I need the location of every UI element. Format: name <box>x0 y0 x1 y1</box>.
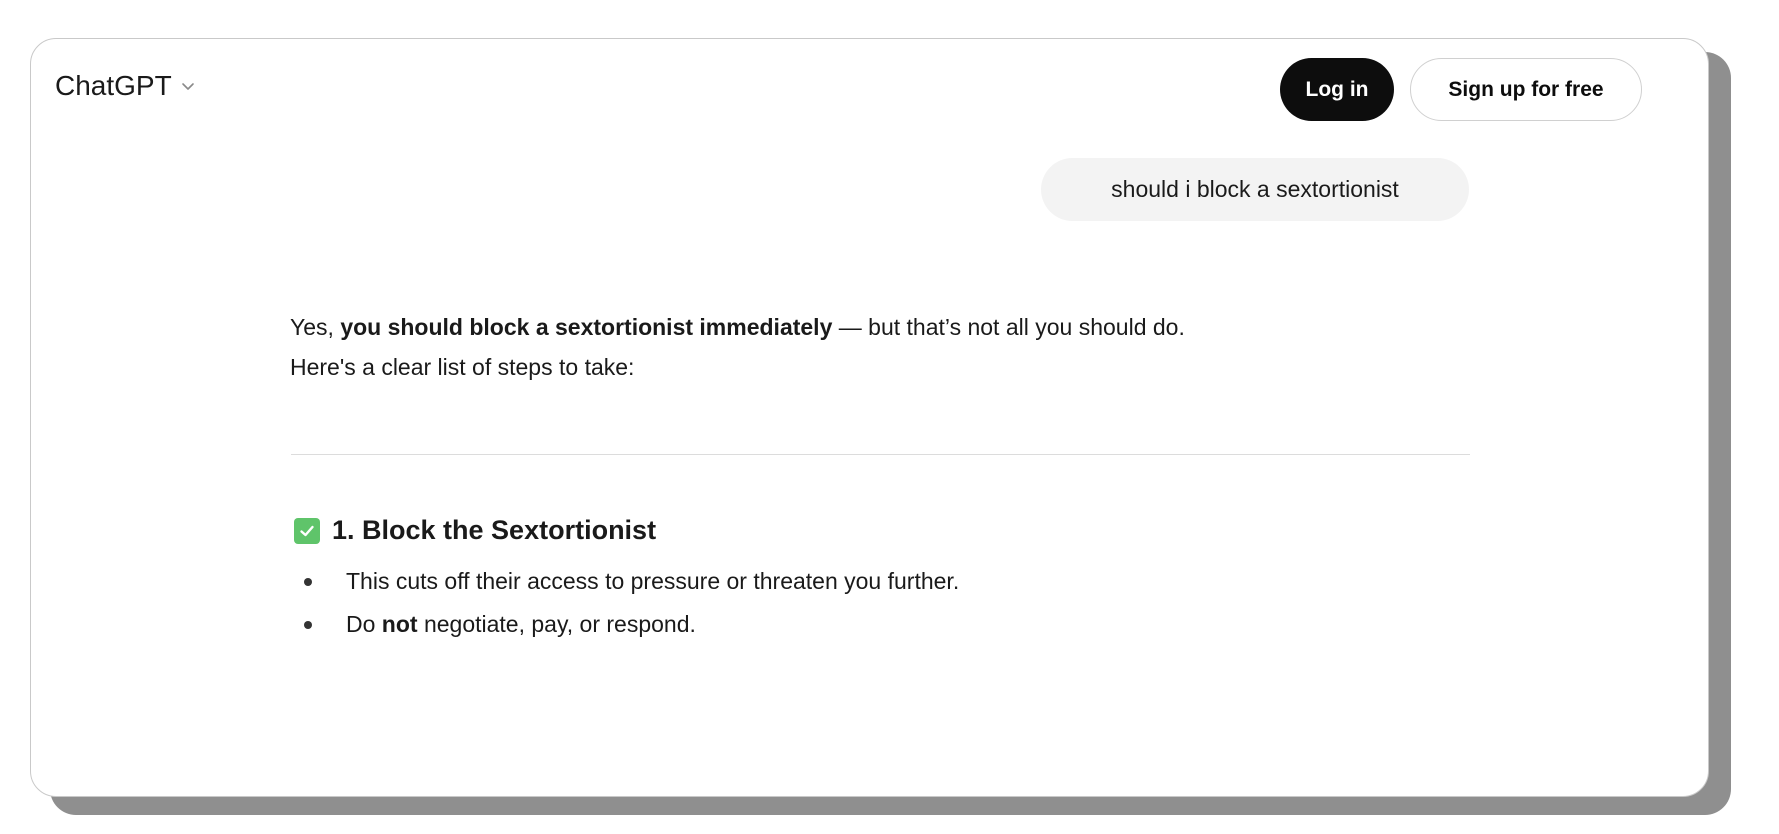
bullet-text: This cuts off their access to pressure o… <box>346 568 960 594</box>
user-message-text: should i block a sextortionist <box>1111 176 1399 202</box>
check-mark-icon <box>294 517 320 544</box>
section-title-text: 1. Block the Sextortionist <box>332 515 657 545</box>
list-item: Do not negotiate, pay, or respond. <box>290 603 959 646</box>
signup-button[interactable]: Sign up for free <box>1410 58 1642 121</box>
brand-label: ChatGPT <box>55 70 172 101</box>
bullet-dot <box>304 578 312 586</box>
chevron-down-icon <box>181 83 194 90</box>
reply-prefix: Yes, <box>290 314 341 340</box>
list-item: This cuts off their access to pressure o… <box>290 560 959 603</box>
section-divider <box>291 454 1470 455</box>
reply-line-1: Yes, you should block a sextortionist im… <box>290 307 1470 347</box>
login-button[interactable]: Log in <box>1280 58 1394 121</box>
section-heading: 1. Block the Sextortionist <box>294 515 656 546</box>
assistant-reply-intro: Yes, you should block a sextortionist im… <box>290 307 1470 387</box>
reply-suffix: — but that’s not all you should do. <box>832 314 1185 340</box>
bullet-dot <box>304 621 312 629</box>
screenshot-stage: ChatGPT Log in Sign up for free should i… <box>0 0 1779 834</box>
steps-list: This cuts off their access to pressure o… <box>290 560 959 646</box>
bullet-suffix: negotiate, pay, or respond. <box>417 611 696 637</box>
user-message-bubble: should i block a sextortionist <box>1041 158 1469 221</box>
bullet-prefix: Do <box>346 611 382 637</box>
reply-line-2: Here's a clear list of steps to take: <box>290 354 635 380</box>
model-selector[interactable]: ChatGPT <box>55 70 196 102</box>
bullet-bold: not <box>381 611 418 637</box>
reply-bold-text: you should block a sextortionist immedia… <box>340 314 833 340</box>
chat-card <box>30 38 1709 797</box>
